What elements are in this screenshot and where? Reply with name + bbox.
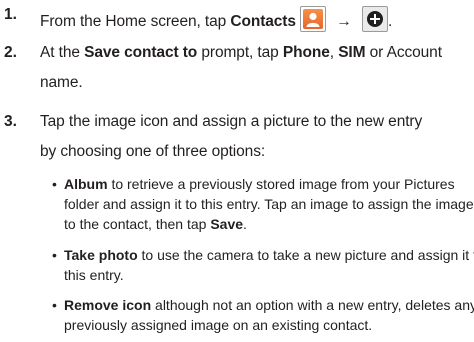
remove-icon-label: Remove icon (64, 297, 152, 313)
bullet-icon: • (52, 176, 57, 192)
step-3-line-1: Tap the image icon and assign a picture … (40, 113, 423, 130)
step-text: or Account (365, 44, 442, 61)
sim-label: SIM (338, 44, 366, 61)
phone-label: Phone (282, 44, 330, 61)
instruction-page: 1. From the Home screen, tap Contacts → (0, 0, 474, 342)
save-label: Save (210, 216, 244, 232)
bullet-icon: • (52, 247, 57, 263)
step-3-line-2: by choosing one of three options: (40, 143, 266, 160)
bullet-icon: • (52, 297, 57, 313)
step-1-text: From the Home screen, tap Contacts → . (40, 6, 392, 32)
bullet-text: to use the camera to take a new picture … (137, 247, 474, 263)
bullet-text: to retrieve a previously stored image fr… (107, 176, 455, 192)
bullet-text: . (243, 216, 247, 232)
arrow-glyph: → (336, 13, 352, 30)
take-photo-label: Take photo (64, 247, 138, 263)
bullet-text: to the contact, then tap (64, 216, 211, 232)
step-text: prompt, tap (197, 44, 283, 61)
bullet-text: this entry. (64, 267, 124, 283)
step-number: 1. (4, 6, 17, 23)
step-text: At the (40, 44, 85, 61)
add-icon (361, 6, 388, 32)
bullet-text: folder and assign it to this entry. Tap … (64, 196, 474, 212)
contacts-icon (300, 6, 327, 32)
step-number: 2. (4, 44, 17, 61)
step-number: 3. (4, 113, 17, 130)
step-2-line-2: name. (40, 74, 83, 91)
bullet-text: although not an option with a new entry,… (151, 297, 474, 313)
step-text: , (329, 44, 339, 61)
album-label: Album (64, 176, 108, 192)
bullet-text: previously assigned image on an existing… (64, 317, 373, 333)
step-2-line-1: At the Save contact to prompt, tap Phone… (40, 44, 442, 62)
contacts-label: Contacts (230, 13, 296, 30)
save-contact-to-label: Save contact to (84, 44, 198, 61)
step-text-end: . (387, 13, 393, 30)
step-text: From the Home screen, tap (40, 13, 231, 30)
